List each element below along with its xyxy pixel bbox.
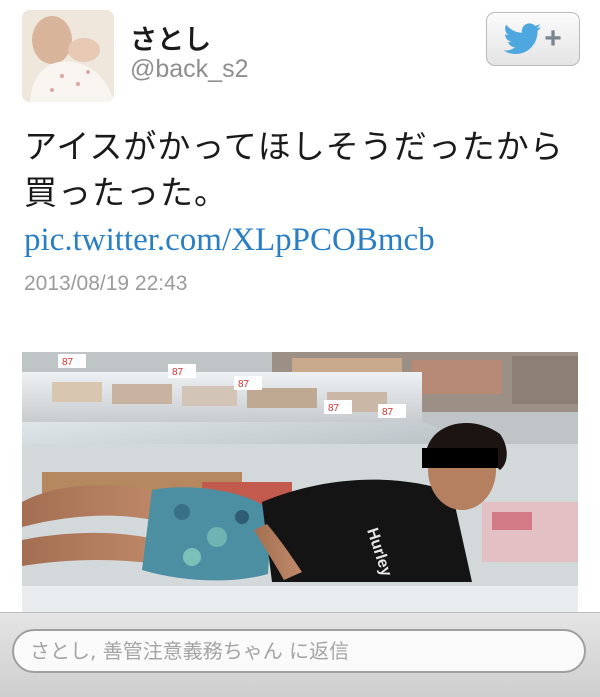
- price-tag: 87: [168, 364, 196, 378]
- follow-button[interactable]: +: [486, 12, 580, 66]
- tweet-text: アイスがかってほしそうだったから買ったった。 pic.twitter.com/X…: [24, 124, 580, 263]
- svg-text:87: 87: [328, 403, 340, 414]
- svg-text:87: 87: [172, 367, 184, 378]
- svg-text:87: 87: [62, 357, 74, 368]
- price-tag: 87: [324, 400, 352, 414]
- reply-input[interactable]: [12, 629, 586, 673]
- price-tag: 87: [234, 376, 262, 390]
- user-name[interactable]: さとし: [130, 18, 211, 57]
- svg-text:87: 87: [382, 407, 394, 418]
- tweet-timestamp: 2013/08/19 22:43: [24, 272, 188, 295]
- price-tag: 87: [58, 354, 86, 368]
- user-handle[interactable]: @back_s2: [130, 55, 249, 84]
- reply-bar: [0, 612, 600, 697]
- photo-image: 87 87 87 87 87 Hurley: [22, 352, 578, 614]
- user-avatar[interactable]: [22, 10, 114, 102]
- follow-plus-symbol: +: [544, 22, 562, 55]
- tweet-link[interactable]: pic.twitter.com/XLpPCOBmcb: [24, 222, 435, 258]
- tweet-photo[interactable]: 87 87 87 87 87 Hurley: [22, 352, 578, 614]
- twitter-bird-icon: [504, 23, 542, 54]
- avatar-image: [22, 10, 114, 102]
- tweet-text-body: アイスがかってほしそうだったから買ったった。: [24, 127, 564, 212]
- price-tag: 87: [378, 404, 406, 418]
- svg-text:87: 87: [238, 379, 250, 390]
